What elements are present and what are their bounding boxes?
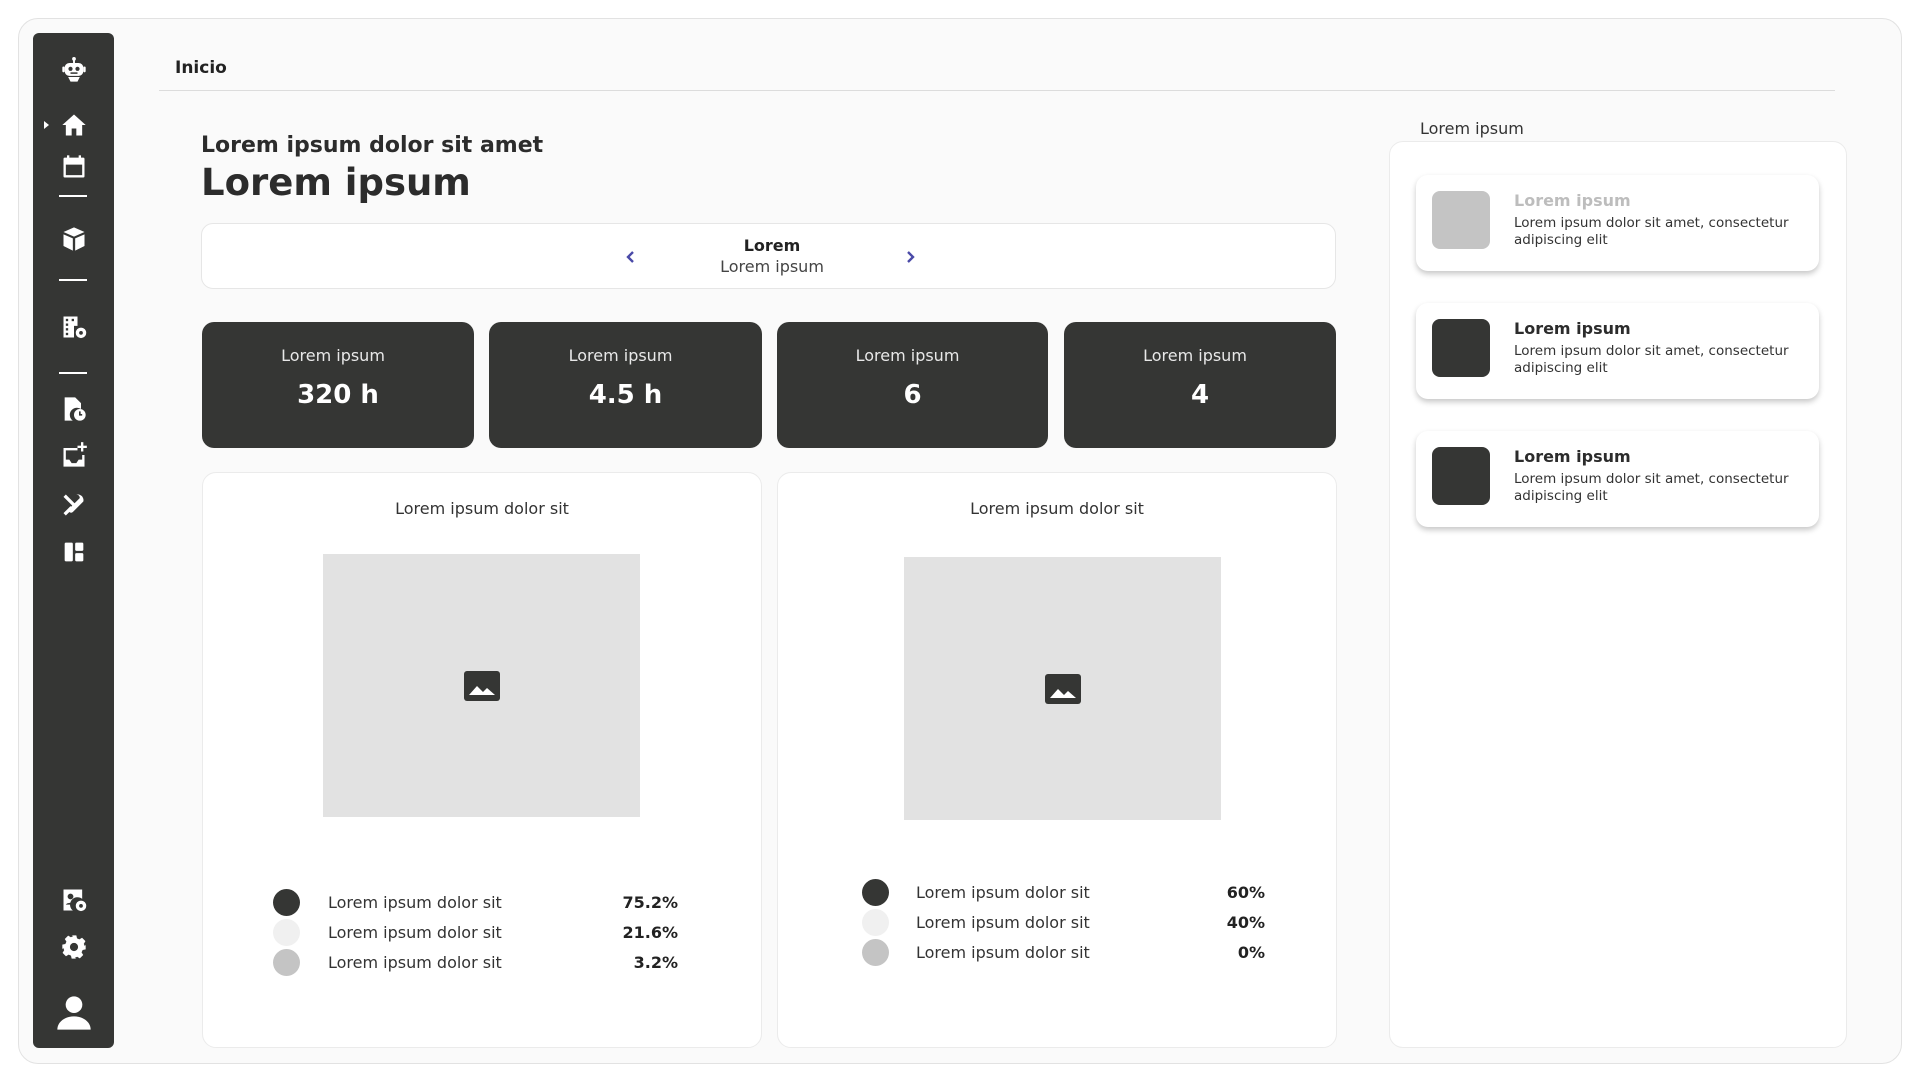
stat-value: 6 xyxy=(903,380,922,410)
user-icon[interactable] xyxy=(33,988,114,1038)
breadcrumb-divider xyxy=(159,90,1835,91)
notifications-panel: Lorem ipsum Lorem ipsum dolor sit amet, … xyxy=(1389,141,1847,1048)
panel-title: Lorem ipsum xyxy=(1420,119,1524,138)
legend-dot xyxy=(862,939,889,966)
next-button[interactable] xyxy=(899,246,921,268)
chevron-right-icon xyxy=(907,251,915,263)
period-label: Lorem xyxy=(743,236,801,255)
stat-card: Lorem ipsum 320 h xyxy=(202,322,474,448)
legend-dot xyxy=(273,889,300,916)
stat-card: Lorem ipsum 6 xyxy=(777,322,1048,448)
legend-label: Lorem ipsum dolor sit xyxy=(328,953,502,972)
calendar-icon[interactable] xyxy=(33,149,114,185)
stat-label: Lorem ipsum xyxy=(281,346,385,365)
legend-value: 75.2% xyxy=(622,893,678,912)
legend-value: 3.2% xyxy=(633,953,678,972)
chart-title: Lorem ipsum dolor sit xyxy=(970,499,1144,518)
document-clock-icon[interactable] xyxy=(33,391,114,427)
page-subtitle: Lorem ipsum dolor sit amet xyxy=(201,133,544,158)
notification-card[interactable]: Lorem ipsum Lorem ipsum dolor sit amet, … xyxy=(1416,431,1819,527)
notification-text: Lorem ipsum dolor sit amet, consectetur … xyxy=(1514,215,1789,248)
legend-dot xyxy=(273,919,300,946)
sidebar xyxy=(33,33,114,1048)
legend-row: Lorem ipsum dolor sit 0% xyxy=(778,937,1336,967)
legend-row: Lorem ipsum dolor sit 40% xyxy=(778,907,1336,937)
home-icon[interactable] xyxy=(33,107,114,143)
notification-card[interactable]: Lorem ipsum Lorem ipsum dolor sit amet, … xyxy=(1416,303,1819,399)
legend-label: Lorem ipsum dolor sit xyxy=(328,923,502,942)
legend-label: Lorem ipsum dolor sit xyxy=(328,893,502,912)
legend-dot xyxy=(862,909,889,936)
notification-thumbnail xyxy=(1432,191,1490,249)
image-icon xyxy=(463,670,500,701)
notification-thumbnail xyxy=(1432,319,1490,377)
legend-label: Lorem ipsum dolor sit xyxy=(916,943,1090,962)
building-settings-icon[interactable] xyxy=(33,309,114,345)
legend-label: Lorem ipsum dolor sit xyxy=(916,883,1090,902)
notification-text: Lorem ipsum dolor sit amet, consectetur … xyxy=(1514,471,1789,504)
tools-icon[interactable] xyxy=(33,487,114,523)
sidebar-divider xyxy=(59,279,87,281)
stat-label: Lorem ipsum xyxy=(855,346,960,365)
notification-title: Lorem ipsum xyxy=(1514,319,1631,338)
legend-row: Lorem ipsum dolor sit 21.6% xyxy=(203,917,761,947)
stat-label: Lorem ipsum xyxy=(568,346,673,365)
notification-card[interactable]: Lorem ipsum Lorem ipsum dolor sit amet, … xyxy=(1416,175,1819,271)
chart-title: Lorem ipsum dolor sit xyxy=(395,499,569,518)
sidebar-divider xyxy=(59,195,87,197)
gear-icon[interactable] xyxy=(33,929,114,965)
stat-value: 4.5 h xyxy=(588,380,663,410)
notification-thumbnail xyxy=(1432,447,1490,505)
stat-value: 320 h xyxy=(297,380,379,410)
legend-row: Lorem ipsum dolor sit 75.2% xyxy=(203,887,761,917)
period-sublabel: Lorem ipsum xyxy=(720,257,824,276)
notification-title: Lorem ipsum xyxy=(1514,191,1631,210)
legend-row: Lorem ipsum dolor sit 60% xyxy=(778,877,1336,907)
breadcrumb[interactable]: Inicio xyxy=(175,58,227,78)
legend-row: Lorem ipsum dolor sit 3.2% xyxy=(203,947,761,977)
legend-value: 21.6% xyxy=(622,923,678,942)
notification-title: Lorem ipsum xyxy=(1514,447,1631,466)
legend-label: Lorem ipsum dolor sit xyxy=(916,913,1090,932)
chart-image-placeholder xyxy=(904,557,1221,820)
stat-value: 4 xyxy=(1190,380,1210,410)
chart-card: Lorem ipsum dolor sit Lorem ipsum dolor … xyxy=(202,472,762,1048)
legend-value: 40% xyxy=(1226,913,1265,932)
image-icon xyxy=(1044,673,1081,704)
period-navigator: Lorem Lorem ipsum xyxy=(201,223,1336,289)
stat-card: Lorem ipsum 4 xyxy=(1064,322,1336,448)
legend-value: 0% xyxy=(1237,943,1265,962)
page-title: Lorem ipsum xyxy=(201,161,471,204)
stat-label: Lorem ipsum xyxy=(1143,346,1247,365)
robot-logo-icon[interactable] xyxy=(33,52,114,88)
chart-image-placeholder xyxy=(323,554,640,817)
legend-dot xyxy=(273,949,300,976)
chart-card: Lorem ipsum dolor sit Lorem ipsum dolor … xyxy=(777,472,1337,1048)
legend-dot xyxy=(862,879,889,906)
sidebar-divider xyxy=(59,372,87,374)
legend-value: 60% xyxy=(1226,883,1265,902)
notification-text: Lorem ipsum dolor sit amet, consectetur … xyxy=(1514,343,1789,376)
user-settings-icon[interactable] xyxy=(33,882,114,918)
stat-card: Lorem ipsum 4.5 h xyxy=(489,322,762,448)
dashboard-icon[interactable] xyxy=(33,534,114,570)
inbox-add-icon[interactable] xyxy=(33,437,114,473)
box-icon[interactable] xyxy=(33,221,114,257)
